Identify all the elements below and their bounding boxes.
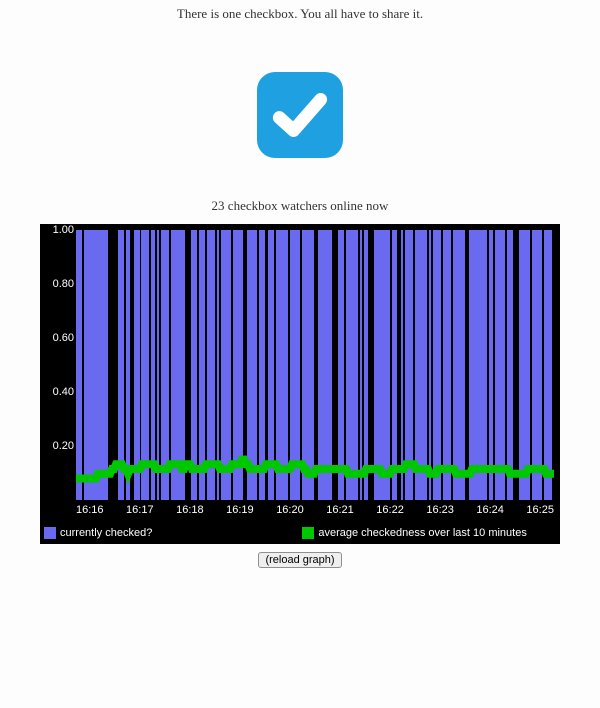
x-axis-ticks: 16:1616:1716:1816:1916:2016:2116:2216:23…	[76, 500, 554, 524]
reload-graph-button[interactable]: (reload graph)	[258, 552, 341, 568]
binary-bars	[76, 230, 554, 500]
legend-label-1: currently checked?	[60, 527, 152, 539]
legend-label-2: average checkedness over last 10 minutes	[318, 527, 527, 539]
checkbox-container	[0, 72, 600, 158]
legend-swatch-1	[44, 527, 56, 539]
checkmark-icon	[269, 84, 331, 146]
legend-swatch-2	[302, 527, 314, 539]
watchers-count: 23 checkbox watchers online now	[0, 198, 600, 214]
plot-area	[76, 230, 554, 500]
chart-legend: currently checked? average checkedness o…	[40, 524, 560, 544]
tagline: There is one checkbox. You all have to s…	[0, 0, 600, 22]
checkedness-chart: 0.200.400.600.801.00 16:1616:1716:1816:1…	[40, 224, 560, 544]
the-checkbox[interactable]	[257, 72, 343, 158]
